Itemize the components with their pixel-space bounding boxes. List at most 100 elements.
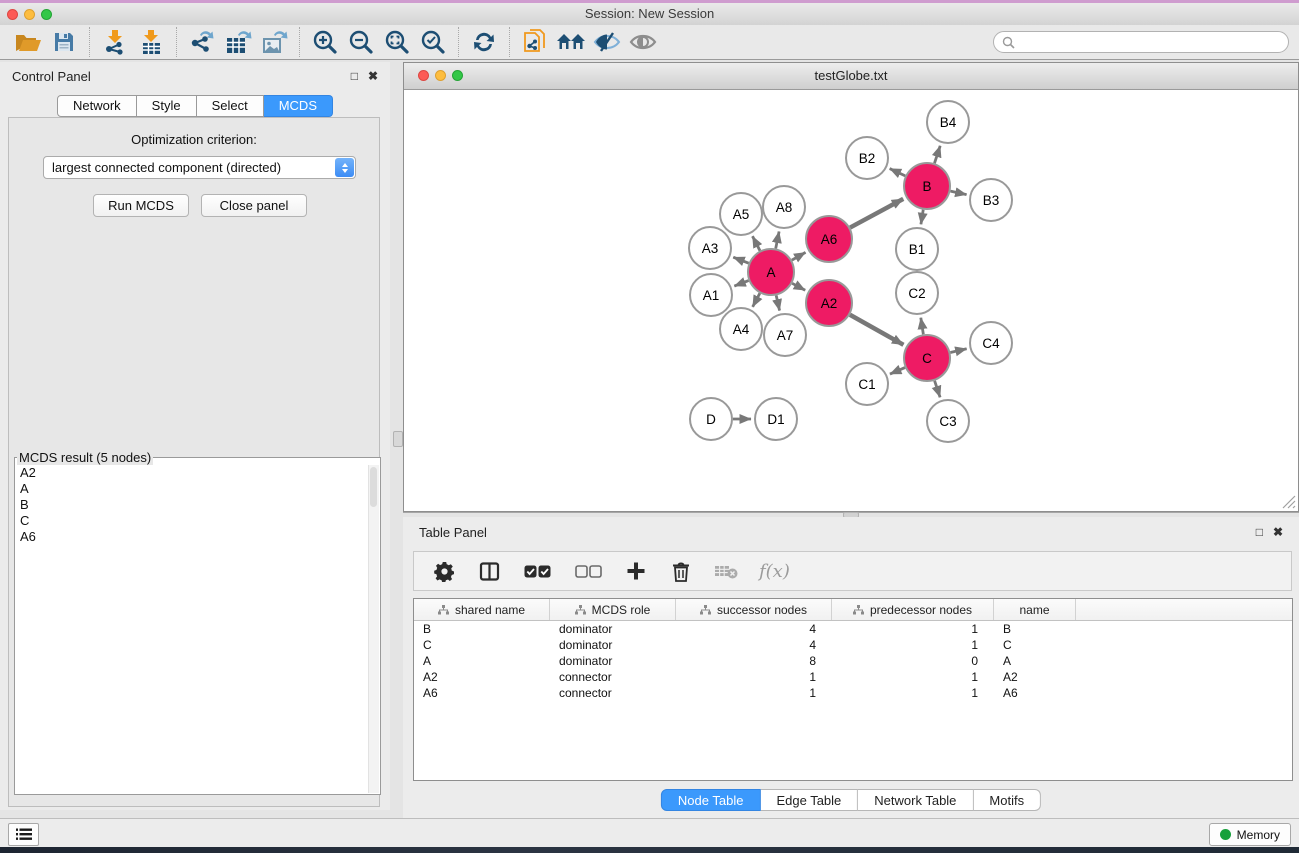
graph-node-C1[interactable]: C1	[846, 363, 888, 405]
column-header-successor-nodes[interactable]: successor nodes	[676, 599, 832, 620]
graph-edge-A-A2[interactable]	[792, 283, 805, 290]
table-settings-gear-icon[interactable]	[432, 559, 456, 583]
export-network-icon[interactable]	[184, 26, 220, 58]
table-row[interactable]: Cdominator41C	[414, 637, 1292, 653]
graph-edge-A-A7[interactable]	[776, 295, 779, 310]
resize-grip-icon[interactable]	[1282, 495, 1296, 509]
column-header-predecessor-nodes[interactable]: predecessor nodes	[832, 599, 994, 620]
mcds-result-item[interactable]: A6	[16, 529, 368, 545]
graph-node-B1[interactable]: B1	[896, 228, 938, 270]
graph-node-B3[interactable]: B3	[970, 179, 1012, 221]
graph-edge-A-A1[interactable]	[734, 281, 748, 286]
run-mcds-button[interactable]: Run MCDS	[93, 194, 189, 217]
graph-node-C2[interactable]: C2	[896, 272, 938, 314]
graph-node-A1[interactable]: A1	[690, 274, 732, 316]
result-scrollbar[interactable]	[368, 465, 379, 793]
tab-motifs[interactable]: Motifs	[973, 789, 1041, 811]
export-table-icon[interactable]	[220, 26, 256, 58]
graph-node-B4[interactable]: B4	[927, 101, 969, 143]
graph-node-A3[interactable]: A3	[689, 227, 731, 269]
close-panel-icon[interactable]: ✖	[368, 70, 378, 82]
float-table-panel-icon[interactable]: □	[1256, 526, 1263, 538]
duplicate-network-icon[interactable]	[517, 26, 553, 58]
cybrowser-home-icon[interactable]	[553, 26, 589, 58]
show-columns-icon[interactable]	[477, 559, 501, 583]
graph-edge-B-B4[interactable]	[934, 146, 940, 163]
tab-select[interactable]: Select	[197, 95, 264, 117]
graph-edge-B-B1[interactable]	[921, 210, 923, 225]
graph-edge-C-C1[interactable]	[890, 368, 905, 375]
graph-node-A6[interactable]: A6	[806, 216, 852, 262]
delete-columns-icon[interactable]	[669, 559, 693, 583]
hide-graphics-details-icon[interactable]	[589, 26, 625, 58]
select-all-rows-icon[interactable]	[522, 559, 552, 583]
tab-edge-table[interactable]: Edge Table	[760, 789, 858, 811]
network-canvas[interactable]: A A1 A2 A3 A4 A5 A6 A7 A8 B B1 B2 B3B4 C C1 C2 C3C4 D D1	[404, 90, 1298, 511]
network-graph[interactable]: A A1 A2 A3 A4 A5 A6 A7 A8 B B1 B2 B3B4 C C1 C2 C3C4 D D1	[404, 90, 1298, 511]
graph-edge-A2-C[interactable]	[850, 315, 904, 345]
graph-node-B[interactable]: B	[904, 163, 950, 209]
graph-node-C[interactable]: C	[904, 335, 950, 381]
deselect-all-rows-icon[interactable]	[573, 559, 603, 583]
mcds-result-item[interactable]: A2	[16, 465, 368, 481]
graph-node-A4[interactable]: A4	[720, 308, 762, 350]
graph-edge-C-C2[interactable]	[921, 318, 924, 335]
graph-edge-A-A5[interactable]	[752, 236, 759, 250]
search-input[interactable]	[1020, 34, 1280, 50]
tab-style[interactable]: Style	[137, 95, 197, 117]
import-table-icon[interactable]	[133, 26, 169, 58]
graph-node-A5[interactable]: A5	[720, 193, 762, 235]
close-table-panel-icon[interactable]: ✖	[1273, 526, 1283, 538]
tab-network-table[interactable]: Network Table	[858, 789, 973, 811]
graph-node-A2[interactable]: A2	[806, 280, 852, 326]
table-row[interactable]: A6connector11A6	[414, 685, 1292, 701]
mcds-result-list[interactable]: A2ABCA6	[16, 465, 368, 793]
graph-node-A7[interactable]: A7	[764, 314, 806, 356]
tab-network[interactable]: Network	[57, 95, 137, 117]
column-header-name[interactable]: name	[994, 599, 1076, 620]
table-row[interactable]: Bdominator41B	[414, 621, 1292, 637]
close-panel-button[interactable]: Close panel	[201, 194, 307, 217]
vertical-splitter-handle[interactable]	[393, 431, 403, 447]
column-header-mcds-role[interactable]: MCDS role	[550, 599, 676, 620]
export-image-icon[interactable]	[256, 26, 292, 58]
graph-node-C3[interactable]: C3	[927, 400, 969, 442]
graph-edge-C-C3[interactable]	[935, 381, 941, 398]
graph-edge-A-A3[interactable]	[733, 257, 748, 263]
zoom-in-icon[interactable]	[307, 26, 343, 58]
memory-button[interactable]: Memory	[1209, 823, 1291, 846]
optimization-criterion-select[interactable]: largest connected component (directed)	[43, 156, 356, 179]
graph-node-A[interactable]: A	[748, 249, 794, 295]
graph-node-B2[interactable]: B2	[846, 137, 888, 179]
graph-edge-A-A8[interactable]	[776, 232, 779, 249]
mcds-result-item[interactable]: B	[16, 497, 368, 513]
graph-edge-A-A4[interactable]	[753, 293, 760, 307]
graph-node-C4[interactable]: C4	[970, 322, 1012, 364]
graph-edge-B-B3[interactable]	[950, 191, 966, 195]
tab-node-table[interactable]: Node Table	[661, 789, 761, 811]
table-row[interactable]: A2connector11A2	[414, 669, 1292, 685]
float-panel-icon[interactable]: □	[351, 70, 358, 82]
mcds-result-item[interactable]: A	[16, 481, 368, 497]
zoom-fit-icon[interactable]	[379, 26, 415, 58]
column-header-shared-name[interactable]: shared name	[414, 599, 550, 620]
graph-node-D[interactable]: D	[690, 398, 732, 440]
save-session-icon[interactable]	[46, 26, 82, 58]
tab-mcds[interactable]: MCDS	[264, 95, 333, 117]
table-row[interactable]: Adominator80A	[414, 653, 1292, 669]
task-history-button[interactable]	[8, 823, 39, 846]
graph-node-A8[interactable]: A8	[763, 186, 805, 228]
zoom-out-icon[interactable]	[343, 26, 379, 58]
search-field[interactable]	[993, 31, 1289, 53]
zoom-selected-icon[interactable]	[415, 26, 451, 58]
import-network-icon[interactable]	[97, 26, 133, 58]
network-window-titlebar[interactable]: testGlobe.txt	[404, 63, 1298, 90]
graph-node-D1[interactable]: D1	[755, 398, 797, 440]
add-column-icon[interactable]	[624, 559, 648, 583]
graph-edge-C-C4[interactable]	[950, 349, 966, 353]
refresh-layout-icon[interactable]	[466, 26, 502, 58]
graph-edge-A-A6[interactable]	[792, 252, 806, 260]
graph-edge-A6-B[interactable]	[850, 199, 903, 228]
show-graphics-details-icon[interactable]	[625, 26, 661, 58]
open-file-icon[interactable]	[10, 26, 46, 58]
